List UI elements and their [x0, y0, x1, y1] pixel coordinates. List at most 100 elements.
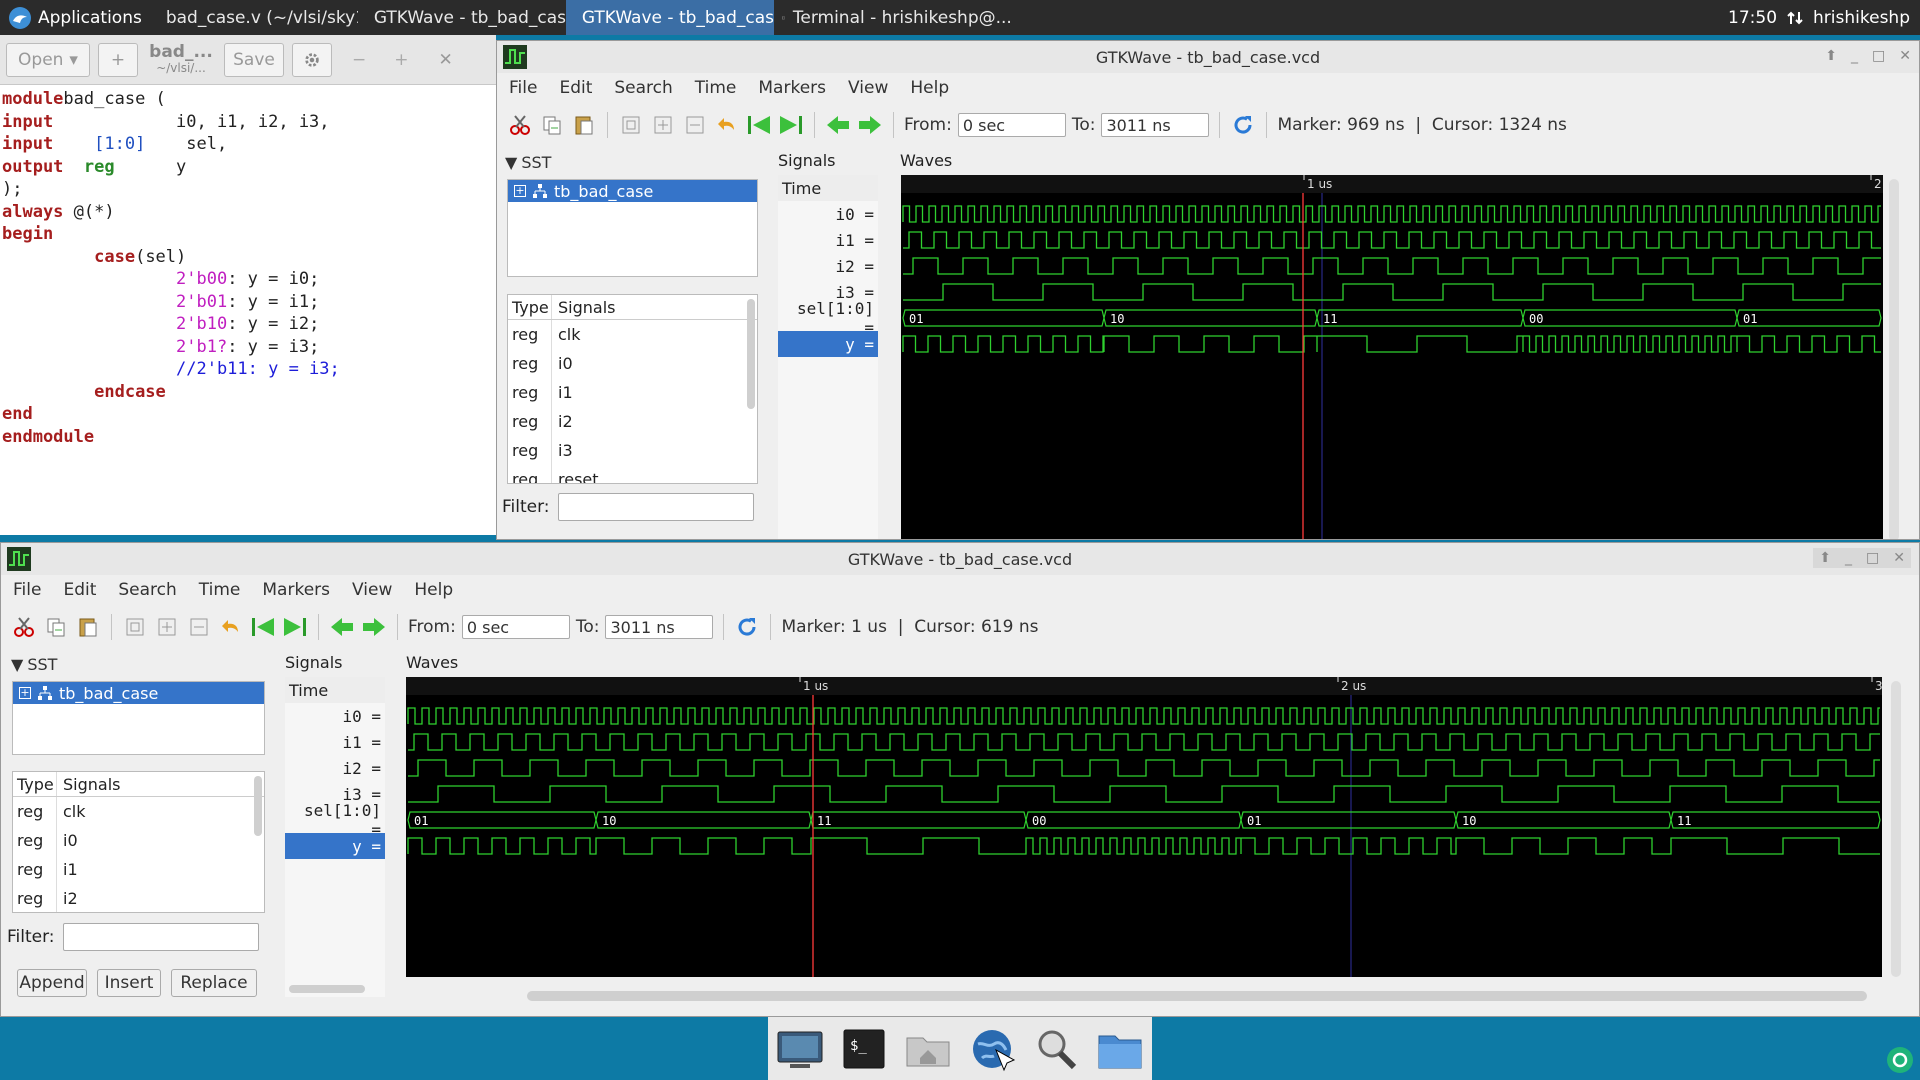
first-page-icon[interactable] — [746, 112, 772, 138]
copy-icon[interactable] — [539, 112, 565, 138]
task-terminal[interactable]: Terminal - hrishikeshp@... — [774, 0, 1020, 35]
page-forward-icon[interactable] — [857, 112, 883, 138]
menu-search[interactable]: Search — [118, 580, 176, 600]
sst-header[interactable]: ▼ SST — [11, 653, 57, 675]
from-input[interactable]: 0 sec — [957, 113, 1066, 137]
waves-scrollbar[interactable] — [1889, 179, 1899, 539]
menu-file[interactable]: File — [13, 580, 41, 600]
type-column-header[interactable]: Type — [13, 772, 57, 796]
user-menu[interactable]: hrishikeshp — [1813, 8, 1910, 28]
signal-i0[interactable]: i0 = — [778, 201, 878, 227]
paste-icon[interactable] — [571, 112, 597, 138]
save-button[interactable]: Save — [224, 42, 284, 77]
menu-view[interactable]: View — [848, 78, 888, 98]
web-browser-icon[interactable] — [968, 1026, 1016, 1072]
shade-icon[interactable]: ⬆ — [1825, 48, 1837, 64]
menu-edit[interactable]: Edit — [559, 78, 592, 98]
scrollbar[interactable] — [747, 299, 755, 409]
menu-help[interactable]: Help — [910, 78, 949, 98]
signal-i2[interactable]: i2 = — [285, 755, 385, 781]
sst-tree[interactable]: + tb_bad_case — [12, 681, 265, 755]
from-input[interactable]: 0 sec — [461, 615, 570, 639]
terminal-icon[interactable]: $_ — [840, 1026, 888, 1072]
minimize-icon[interactable]: − — [352, 50, 366, 70]
shade-icon[interactable]: ⬆ — [1819, 550, 1831, 566]
maximize-icon[interactable]: □ — [1866, 550, 1879, 566]
zoom-out-icon[interactable] — [186, 614, 212, 640]
table-row[interactable]: reg i2 — [508, 407, 757, 436]
table-row[interactable]: reg clk — [508, 320, 757, 349]
zoom-in-icon[interactable] — [650, 112, 676, 138]
menu-help[interactable]: Help — [414, 580, 453, 600]
last-page-icon[interactable] — [778, 112, 804, 138]
table-row[interactable]: reg i1 — [508, 378, 757, 407]
copy-icon[interactable] — [43, 614, 69, 640]
reload-icon[interactable] — [734, 614, 760, 640]
to-input[interactable]: 3011 ns — [605, 615, 714, 639]
sst-tree[interactable]: + tb_bad_case — [507, 179, 758, 277]
waves-hscrollbar[interactable] — [527, 991, 1867, 1001]
screen-icon[interactable] — [776, 1026, 824, 1072]
applications-menu[interactable]: Applications — [0, 0, 150, 35]
clock[interactable]: 17:50 — [1728, 8, 1777, 28]
tree-item-tb-bad-case[interactable]: + tb_bad_case — [13, 682, 264, 704]
signals-hscrollbar[interactable] — [289, 985, 365, 993]
paste-icon[interactable] — [75, 614, 101, 640]
table-row[interactable]: reg i0 — [13, 826, 264, 855]
minimize-icon[interactable]: _ — [1851, 48, 1858, 64]
zoom-in-icon[interactable] — [154, 614, 180, 640]
undo-zoom-icon[interactable] — [218, 614, 244, 640]
table-row[interactable]: reg i3 — [508, 436, 757, 465]
zoom-fit-icon[interactable] — [122, 614, 148, 640]
close-icon[interactable]: ✕ — [439, 50, 453, 70]
menu-time[interactable]: Time — [695, 78, 737, 98]
table-row[interactable]: reg i1 — [13, 855, 264, 884]
task-gtkwave-2[interactable]: GTKWave - tb_bad_case... — [565, 0, 774, 35]
time-ruler[interactable] — [406, 677, 1882, 695]
waves-scrollbar[interactable] — [1891, 681, 1901, 977]
filter-input[interactable] — [62, 923, 259, 951]
type-column-header[interactable]: Type — [508, 295, 552, 319]
tree-item-tb-bad-case[interactable]: + tb_bad_case — [508, 180, 757, 202]
waveform-area[interactable]: 1 us 2 us 01 10 11 00 01 — [901, 175, 1883, 540]
signal-i1[interactable]: i1 = — [778, 227, 878, 253]
expand-icon[interactable]: + — [19, 687, 31, 699]
reload-icon[interactable] — [1230, 112, 1256, 138]
signal-i1[interactable]: i1 = — [285, 729, 385, 755]
cut-icon[interactable] — [507, 112, 533, 138]
menu-view[interactable]: View — [352, 580, 392, 600]
menu-markers[interactable]: Markers — [758, 78, 826, 98]
maximize-icon[interactable]: + — [394, 50, 408, 70]
files-icon[interactable] — [1096, 1026, 1144, 1072]
search-icon[interactable] — [1032, 1026, 1080, 1072]
close-icon[interactable]: ✕ — [1893, 550, 1905, 566]
table-row[interactable]: reg clk — [13, 797, 264, 826]
page-back-icon[interactable] — [825, 112, 851, 138]
cut-icon[interactable] — [11, 614, 37, 640]
append-button[interactable]: Append — [17, 969, 87, 997]
page-back-icon[interactable] — [329, 614, 355, 640]
signals-column-header[interactable]: Signals — [57, 775, 120, 794]
first-page-icon[interactable] — [250, 614, 276, 640]
maximize-icon[interactable]: □ — [1872, 48, 1885, 64]
code-view[interactable]: modulebad_case (input i0, i1, i2, i3, inp… — [0, 85, 496, 448]
network-icon[interactable] — [1787, 10, 1803, 26]
signals-column-header[interactable]: Signals — [552, 298, 615, 317]
table-row[interactable]: reg i2 — [13, 884, 264, 912]
menu-markers[interactable]: Markers — [262, 580, 330, 600]
home-folder-icon[interactable] — [904, 1026, 952, 1072]
last-page-icon[interactable] — [282, 614, 308, 640]
sst-header[interactable]: ▼ SST — [505, 151, 551, 173]
zoom-out-icon[interactable] — [682, 112, 708, 138]
menu-search[interactable]: Search — [614, 78, 672, 98]
signal-sel[interactable]: sel[1:0] = — [285, 801, 385, 839]
signal-i0[interactable]: i0 = — [285, 703, 385, 729]
table-row[interactable]: reg i0 — [508, 349, 757, 378]
table-row[interactable]: reg reset — [508, 465, 757, 483]
replace-button[interactable]: Replace — [171, 969, 257, 997]
close-icon[interactable]: ✕ — [1899, 48, 1911, 64]
to-input[interactable]: 3011 ns — [1101, 113, 1210, 137]
signal-i2[interactable]: i2 = — [778, 253, 878, 279]
settings-button[interactable] — [292, 42, 332, 77]
time-ruler[interactable] — [901, 175, 1883, 193]
